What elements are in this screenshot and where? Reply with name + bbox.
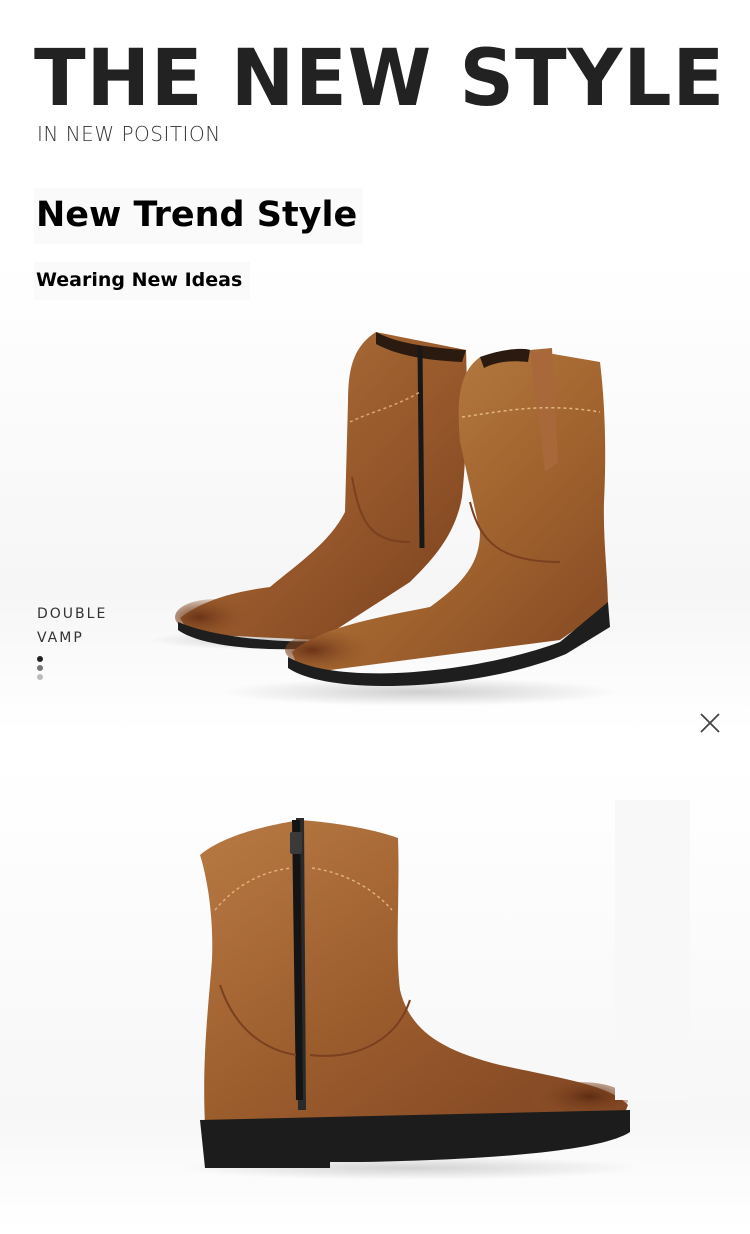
close-button[interactable] bbox=[697, 710, 723, 736]
section-title: New Trend Style bbox=[34, 188, 364, 244]
headline: THE NEW STYLE bbox=[34, 34, 726, 124]
side-boot bbox=[200, 818, 630, 1168]
carousel-dot[interactable] bbox=[37, 665, 43, 671]
close-icon bbox=[700, 713, 720, 733]
carousel-dots[interactable] bbox=[37, 656, 45, 683]
feature-label-line2: VAMP bbox=[37, 630, 84, 646]
carousel-dot[interactable] bbox=[37, 674, 43, 680]
feature-label: DOUBLE VAMP bbox=[37, 602, 107, 650]
product-photo-single bbox=[0, 760, 750, 1230]
back-boot bbox=[175, 332, 467, 650]
product-photo-pair bbox=[0, 262, 750, 732]
boots-pair-illustration bbox=[150, 332, 620, 706]
feature-label-line1: DOUBLE bbox=[37, 606, 107, 622]
subheadline: IN NEW POSITION bbox=[37, 122, 221, 146]
carousel-dot-active[interactable] bbox=[37, 656, 43, 662]
section-subtitle: Wearing New Ideas bbox=[34, 262, 251, 300]
